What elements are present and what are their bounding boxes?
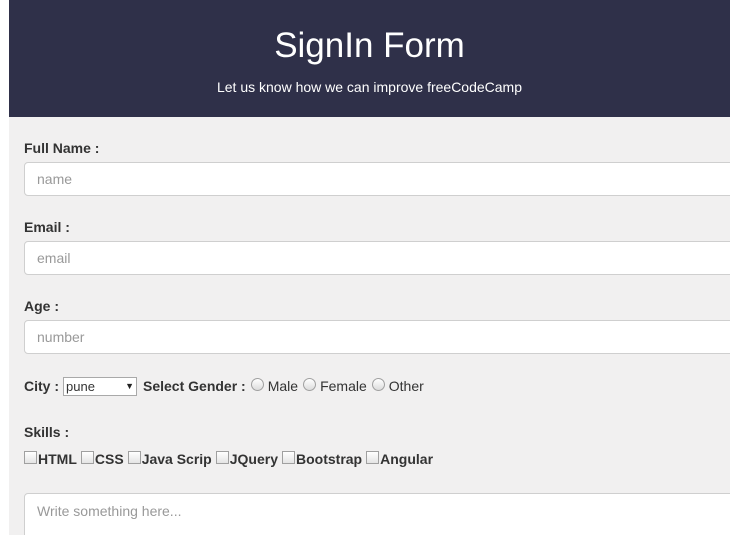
gender-other-radio[interactable]: [371, 377, 385, 391]
skills-row: HTML CSS Java Scrip JQuery Bootstrap Ang…: [24, 450, 437, 468]
skill-javascript-checkbox[interactable]: [127, 451, 141, 464]
gender-label: Select Gender :: [143, 378, 246, 394]
gender-female-label: Female: [320, 378, 367, 394]
page-subtitle: Let us know how we can improve freeCodeC…: [216, 79, 523, 95]
gender-male-radio[interactable]: [250, 377, 264, 391]
signin-page: SignIn Form Let us know how we can impro…: [9, 0, 730, 535]
gender-male-label: Male: [267, 378, 299, 394]
city-selected-value: pune: [66, 378, 95, 394]
skill-bootstrap-label: Bootstrap: [296, 451, 363, 467]
skill-html-label: HTML: [38, 451, 77, 467]
email-label: Email :: [24, 219, 70, 235]
city-gender-row: City : pune ▼ Select Gender : Male Femal…: [24, 376, 424, 396]
gender-other-label: Other: [388, 378, 424, 394]
page-title: SignIn Form: [274, 26, 465, 65]
skill-angular-label: Angular: [380, 451, 434, 467]
skill-bootstrap-checkbox[interactable]: [282, 451, 295, 464]
skill-jquery-label: JQuery: [229, 451, 278, 467]
email-input[interactable]: [24, 241, 730, 275]
skill-css-checkbox[interactable]: [80, 451, 94, 464]
skill-html-checkbox[interactable]: [24, 451, 37, 464]
skill-jquery-checkbox[interactable]: [215, 451, 229, 464]
skill-javascript-label: Java Scrip: [141, 451, 212, 467]
comments-textarea[interactable]: [24, 493, 730, 535]
age-label: Age :: [24, 298, 59, 314]
city-label: City :: [24, 378, 59, 394]
gender-female-radio[interactable]: [303, 377, 317, 391]
city-select[interactable]: pune ▼: [63, 376, 137, 396]
full-name-label: Full Name :: [24, 140, 100, 156]
form-header: SignIn Form Let us know how we can impro…: [9, 0, 730, 117]
skill-css-label: CSS: [94, 451, 124, 467]
chevron-down-icon: ▼: [125, 381, 134, 391]
age-input[interactable]: [24, 320, 730, 354]
skills-label: Skills :: [24, 424, 70, 440]
full-name-input[interactable]: [24, 162, 730, 196]
skill-angular-checkbox[interactable]: [366, 451, 380, 464]
